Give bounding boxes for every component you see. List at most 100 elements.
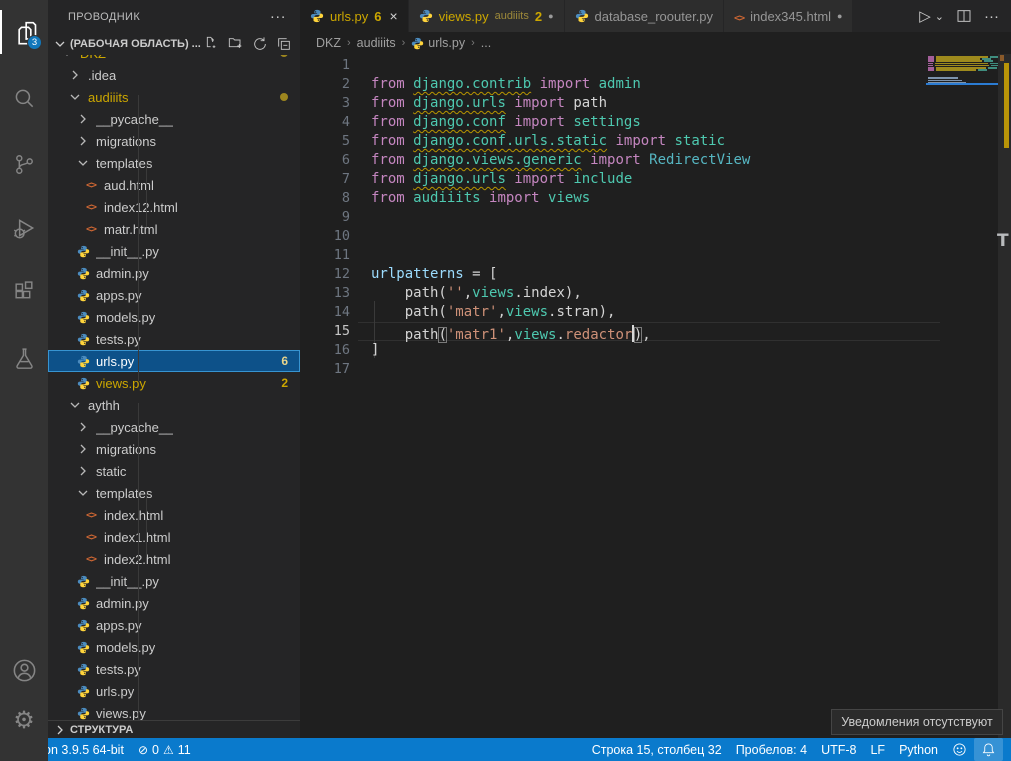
breadcrumb-item[interactable]: audiiits xyxy=(357,36,396,50)
tree-item-apps-py[interactable]: apps.py xyxy=(48,614,300,636)
tree-item--pycache-[interactable]: __pycache__ xyxy=(48,108,300,130)
tree-item-migrations[interactable]: migrations xyxy=(48,438,300,460)
tab-bar: urls.py6× views.pyaudiiits2● database_ro… xyxy=(300,0,1011,32)
code-line: from django.urls import path xyxy=(371,94,607,113)
tree-item-index2-html[interactable]: <>index2.html xyxy=(48,548,300,570)
html-icon: <> xyxy=(86,224,96,235)
settings-gear-icon[interactable]: ⚙ xyxy=(0,698,48,742)
more-actions-icon[interactable]: ··· xyxy=(984,8,999,25)
tree-item-label: templates xyxy=(96,156,152,171)
run-debug-icon[interactable] xyxy=(0,206,48,250)
source-control-icon[interactable] xyxy=(0,142,48,186)
tree-item-models-py[interactable]: models.py xyxy=(48,636,300,658)
html-icon: <> xyxy=(86,510,96,521)
code-line: from django.conf import settings xyxy=(371,113,641,132)
tree-item-dkz[interactable]: DKZ xyxy=(48,55,300,64)
warnings-icon: ⚠ xyxy=(163,743,174,757)
notifications-bell-icon[interactable] xyxy=(974,738,1003,761)
minimap[interactable] xyxy=(928,56,998,86)
line-number: 6 xyxy=(300,151,350,170)
new-file-icon[interactable] xyxy=(204,36,220,52)
tree-item-matr-html[interactable]: <>matr.html xyxy=(48,218,300,240)
tree-item-urls-py[interactable]: urls.py6 xyxy=(48,350,300,372)
indent-guide xyxy=(138,95,139,381)
editor-scrollbar[interactable] xyxy=(998,54,1011,738)
tree-item-templates[interactable]: templates xyxy=(48,152,300,174)
new-folder-icon[interactable] xyxy=(228,36,244,52)
python-icon xyxy=(77,245,90,258)
tree-item-label: __pycache__ xyxy=(96,112,173,127)
extensions-icon[interactable] xyxy=(0,270,48,314)
tree-item--init-py[interactable]: __init__.py xyxy=(48,570,300,592)
tree-item-aud-html[interactable]: <>aud.html xyxy=(48,174,300,196)
line-number: 15 xyxy=(300,322,350,341)
chevron-right-icon xyxy=(67,67,83,83)
tree-item--init-py[interactable]: __init__.py xyxy=(48,240,300,262)
dirty-indicator[interactable]: ● xyxy=(548,11,553,21)
search-icon[interactable] xyxy=(0,76,48,120)
workspace-section-header[interactable]: (РАБОЧАЯ ОБЛАСТЬ) ... xyxy=(48,33,300,55)
line-number: 7 xyxy=(300,170,350,189)
tab-index345-html[interactable]: <>index345.html● xyxy=(724,0,853,32)
run-button[interactable]: ▷ xyxy=(919,7,931,25)
run-dropdown-icon[interactable]: ⌄ xyxy=(935,10,944,23)
status-eol[interactable]: LF xyxy=(863,738,892,761)
status-encoding[interactable]: UTF-8 xyxy=(814,738,863,761)
tab-urls-py[interactable]: urls.py6× xyxy=(300,0,409,32)
accounts-icon[interactable] xyxy=(0,648,48,692)
tree-item-tests-py[interactable]: tests.py xyxy=(48,658,300,680)
tree-item-views-py[interactable]: views.py xyxy=(48,702,300,720)
line-number: 12 xyxy=(300,265,350,284)
status-language-mode[interactable]: Python xyxy=(892,738,945,761)
tree-item-index12-html[interactable]: <>index12.html xyxy=(48,196,300,218)
tree-item-label: audiiits xyxy=(88,90,128,105)
tab-views-py[interactable]: views.pyaudiiits2● xyxy=(409,0,565,32)
tree-item-aythh[interactable]: aythh xyxy=(48,394,300,416)
tree-item-views-py[interactable]: views.py2 xyxy=(48,372,300,394)
tree-item-index1-html[interactable]: <>index1.html xyxy=(48,526,300,548)
tab-database-roouter-py[interactable]: database_roouter.py xyxy=(565,0,725,32)
status-cursor-position[interactable]: Строка 15, столбец 32 xyxy=(585,738,729,761)
split-editor-icon[interactable] xyxy=(956,8,972,24)
tree-item-index-html[interactable]: <>index.html xyxy=(48,504,300,526)
tree-item-admin-py[interactable]: admin.py xyxy=(48,262,300,284)
tree-item--pycache-[interactable]: __pycache__ xyxy=(48,416,300,438)
testing-icon[interactable] xyxy=(0,336,48,380)
python-icon xyxy=(77,311,90,324)
code-line: path('matr1',views.redactor), xyxy=(371,322,651,341)
explorer-more-actions-icon[interactable]: ··· xyxy=(270,8,286,25)
tree-item-label: admin.py xyxy=(96,596,149,611)
tree-item-static[interactable]: static xyxy=(48,460,300,482)
dirty-indicator[interactable]: ● xyxy=(837,11,842,21)
refresh-icon[interactable] xyxy=(252,36,268,52)
vscode-window: 3⚙ ПРОВОДНИК ··· (РАБОЧАЯ ОБЛАСТЬ) ... D… xyxy=(0,0,1011,761)
tree-item-urls-py[interactable]: urls.py xyxy=(48,680,300,702)
tree-item-templates[interactable]: templates xyxy=(48,482,300,504)
tree-item-label: DKZ xyxy=(80,55,106,61)
tree-item-admin-py[interactable]: admin.py xyxy=(48,592,300,614)
tree-item-apps-py[interactable]: apps.py xyxy=(48,284,300,306)
explorer-icon[interactable]: 3 xyxy=(0,10,48,54)
tree-item--idea[interactable]: .idea xyxy=(48,64,300,86)
code-line: path('',views.index), xyxy=(371,284,582,303)
tree-item-audiiits[interactable]: audiiits xyxy=(48,86,300,108)
tab-label: views.py xyxy=(439,9,489,24)
tree-item-tests-py[interactable]: tests.py xyxy=(48,328,300,350)
code-editor[interactable]: 12from django.contrib import admin3from … xyxy=(300,54,1011,738)
errors-icon: ⊘ xyxy=(138,743,148,757)
breadcrumb-item[interactable]: urls.py xyxy=(428,36,465,50)
status-problems[interactable]: ⊘0⚠11 xyxy=(131,738,198,761)
breadcrumb[interactable]: DKZ›audiiits› urls.py›... xyxy=(300,32,1011,54)
tree-item-migrations[interactable]: migrations xyxy=(48,130,300,152)
feedback-icon[interactable] xyxy=(945,738,974,761)
status-indentation[interactable]: Пробелов: 4 xyxy=(729,738,814,761)
breadcrumb-item[interactable]: ... xyxy=(481,36,491,50)
code-line: ] xyxy=(371,341,379,360)
collapse-all-icon[interactable] xyxy=(276,36,292,52)
tree-item-label: tests.py xyxy=(96,332,141,347)
close-icon[interactable]: × xyxy=(390,8,398,24)
tree-item-models-py[interactable]: models.py xyxy=(48,306,300,328)
breadcrumb-item[interactable]: DKZ xyxy=(316,36,341,50)
outline-section-header[interactable]: СТРУКТУРА xyxy=(48,720,300,738)
outline-section-label: СТРУКТУРА xyxy=(70,724,133,736)
